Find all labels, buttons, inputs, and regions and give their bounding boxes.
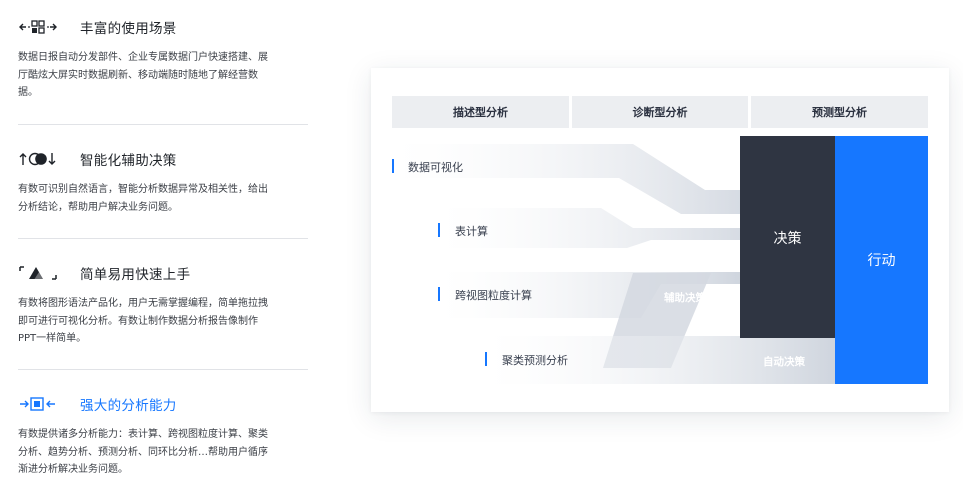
feature-description: 有数将图形语法产品化，用户无需掌握编程，简单拖拉拽即可进行可视化分析。有数让制作…: [18, 298, 268, 344]
column-header: 诊断型分析: [572, 96, 748, 128]
flow-band: [393, 144, 741, 214]
analysis-diagram-card: 描述型分析 诊断型分析 预测型分析 决策 行动 数据可视化 表计算 跨视图粒度计…: [371, 68, 949, 412]
feature-title: 简单易用快速上手: [80, 267, 191, 283]
divider: [18, 369, 308, 370]
row-marker: [438, 287, 440, 301]
divider: [18, 124, 308, 125]
row-label: 表计算: [455, 225, 488, 238]
auto-decision-label: 自动决策: [763, 356, 805, 368]
feature-title: 强大的分析能力: [80, 398, 177, 414]
grid-arrows-icon: [18, 18, 64, 36]
row-marker: [438, 223, 440, 237]
feature-title: 丰富的使用场景: [80, 21, 177, 37]
feature-description: 有数可识别自然语言，智能分析数据异常及相关性，给出分析结论，帮助用户解决业务问题…: [18, 184, 268, 213]
feature-description: 有数提供诸多分析能力：表计算、跨视图粒度计算、聚类分析、趋势分析、预测分析、同环…: [18, 429, 268, 475]
decision-label: 决策: [773, 231, 802, 247]
bracket-triangle-icon: [18, 264, 64, 282]
column-header: 预测型分析: [751, 96, 928, 128]
row-marker: [392, 159, 394, 173]
toggle-arrows-icon: [18, 150, 64, 168]
row-label: 聚类预测分析: [502, 354, 568, 367]
action-label: 行动: [867, 253, 896, 269]
feature-title: 智能化辅助决策: [80, 153, 177, 169]
row-label: 跨视图粒度计算: [455, 289, 532, 302]
assist-decision-label: 辅助决策: [664, 292, 706, 304]
column-header: 描述型分析: [392, 96, 569, 128]
feature-item-usage-scenarios[interactable]: 丰富的使用场景 数据日报自动分发部件、企业专属数据门户快速搭建、展厅酷炫大屏实时…: [18, 16, 308, 102]
feature-item-smart-decision[interactable]: 智能化辅助决策 有数可识别自然语言，智能分析数据异常及相关性，给出分析结论，帮助…: [18, 148, 308, 216]
feature-item-easy-to-use[interactable]: 简单易用快速上手 有数将图形语法产品化，用户无需掌握编程，简单拖拉拽即可进行可视…: [18, 262, 308, 348]
focus-square-icon: [18, 395, 64, 413]
row-label: 数据可视化: [408, 161, 463, 174]
row-marker: [485, 352, 487, 366]
divider: [18, 238, 308, 239]
feature-item-analysis-capability[interactable]: 强大的分析能力 有数提供诸多分析能力：表计算、跨视图粒度计算、聚类分析、趋势分析…: [18, 393, 308, 479]
feature-description: 数据日报自动分发部件、企业专属数据门户快速搭建、展厅酷炫大屏实时数据刷新、移动端…: [18, 52, 268, 98]
